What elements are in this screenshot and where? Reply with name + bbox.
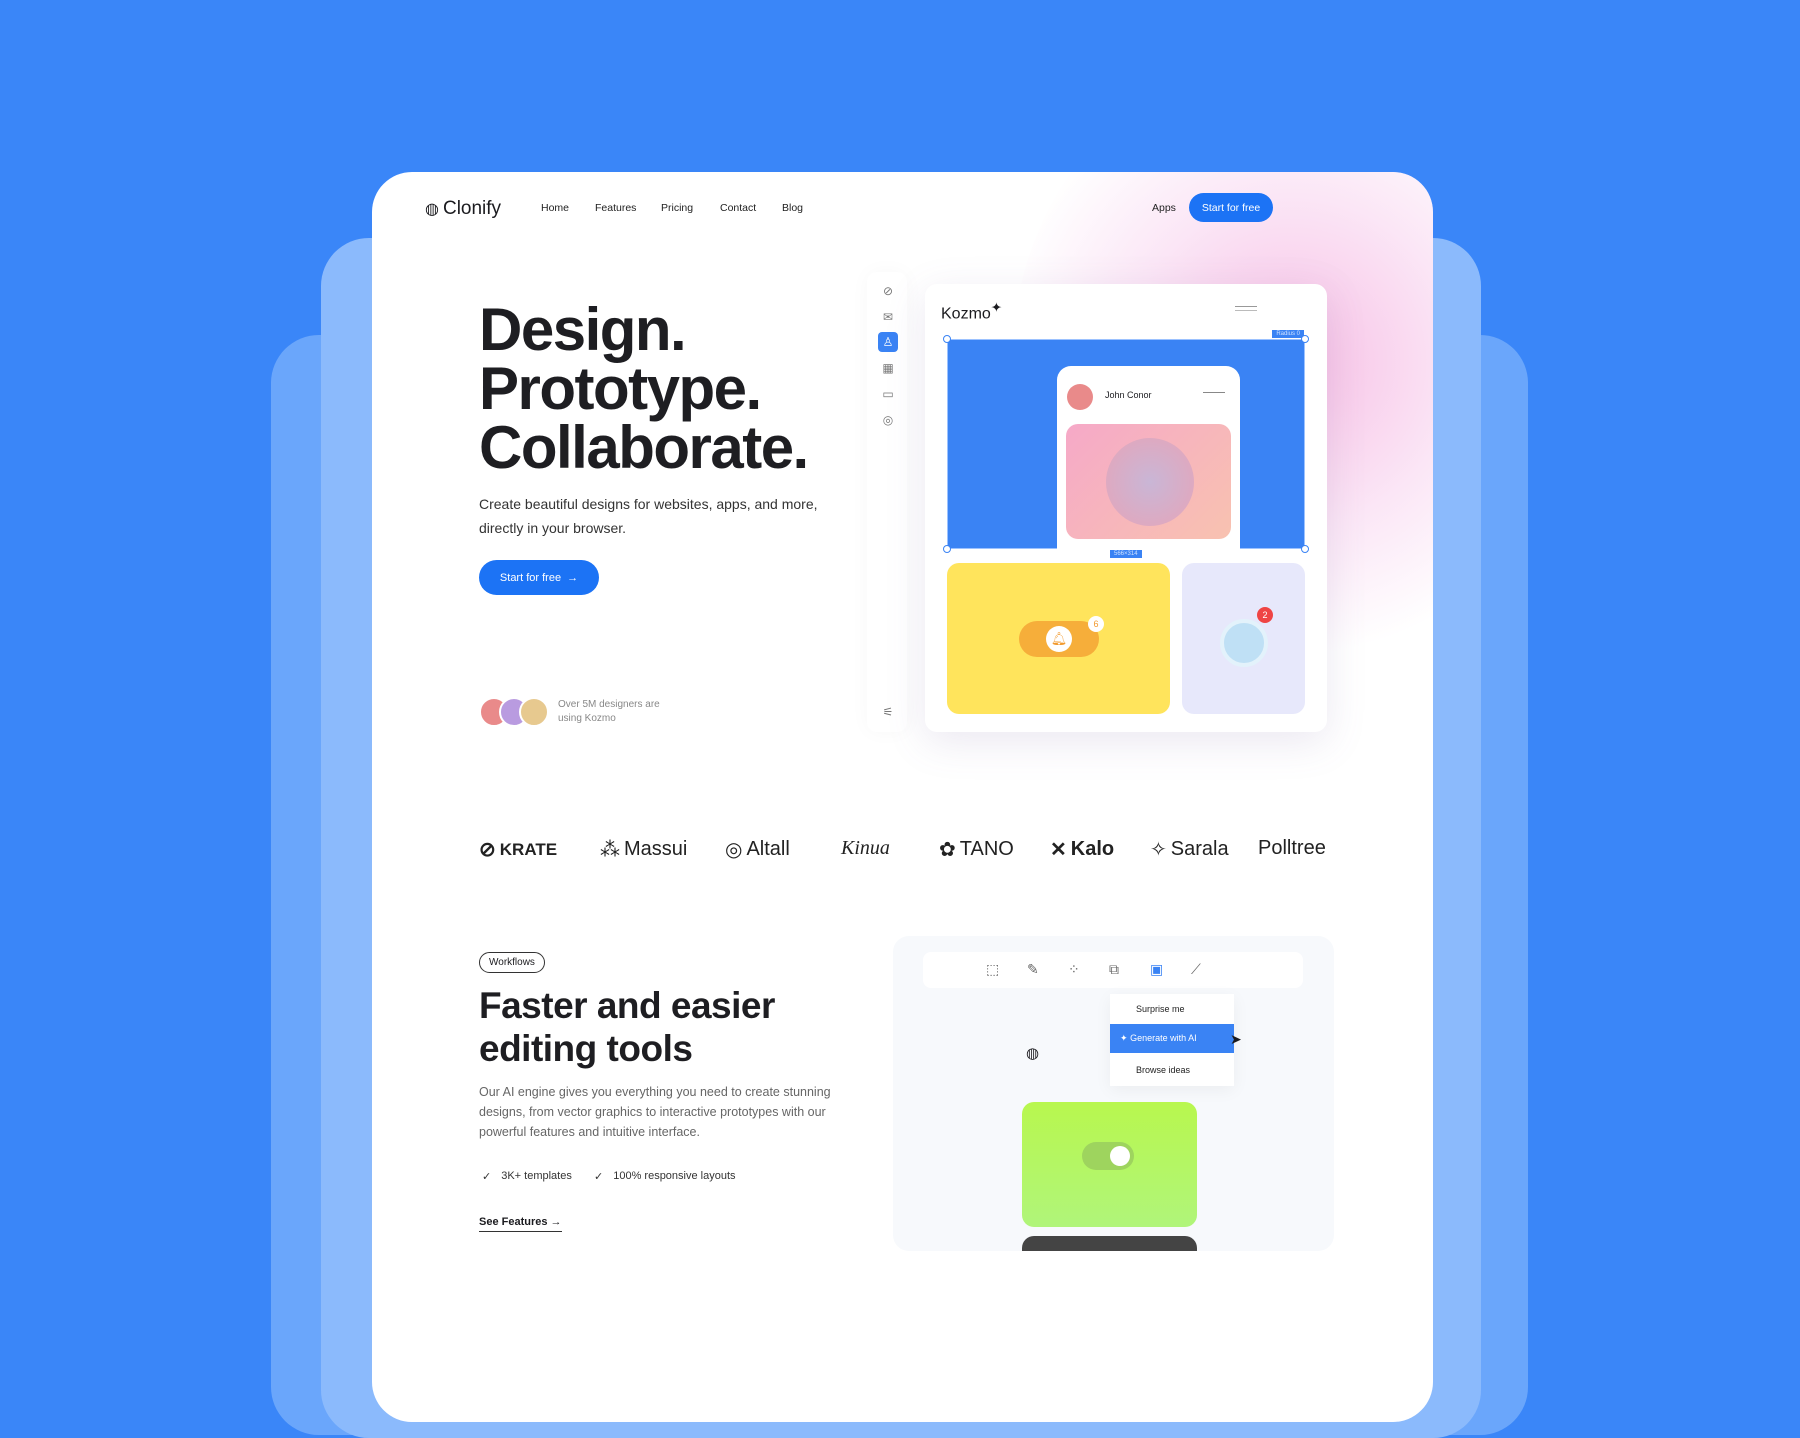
toggle-switch[interactable] (1082, 1142, 1134, 1170)
toggle-card-bg (1022, 1102, 1197, 1227)
hero-subtitle: Create beautiful designs for websites, a… (479, 496, 818, 536)
menu-generate-ai[interactable]: ✦ Generate with AI (1110, 1024, 1234, 1053)
selected-frame[interactable]: Radius 0 566×314 John Conor (943, 330, 1309, 558)
navbar: ◍ Clonify Home Features Pricing Contact B… (372, 172, 1433, 232)
features-title: Faster and easier editing tools (479, 985, 775, 1069)
logo-kinua: Kinua (841, 837, 890, 859)
resize-handle[interactable] (943, 335, 951, 343)
logo-tano: ✿ TANO (939, 838, 1014, 861)
features-description: Our AI engine gives you everything you n… (479, 1085, 831, 1139)
avatar-group (479, 697, 549, 727)
profile-name: John Conor (1105, 390, 1152, 400)
mockup-app: Kozmo✦ Radius 0 566×314 John Conor 🔔︎ 6 … (925, 284, 1327, 732)
link-icon[interactable]: ⊘ (878, 281, 898, 301)
ai-menu: Surprise me ✦ Generate with AI Browse id… (1110, 994, 1234, 1086)
bell-toggle[interactable]: 🔔︎ (1019, 621, 1099, 657)
brand-mark-icon: ◍ (1026, 1045, 1040, 1062)
sparkle-card: ✦ (1022, 1236, 1197, 1251)
menu-browse-ideas[interactable]: Browse ideas (1110, 1053, 1234, 1087)
profile-card: John Conor (1057, 366, 1240, 550)
see-features-link[interactable]: See Features → (479, 1216, 562, 1232)
frame-icon[interactable]: ⬚ (986, 961, 999, 978)
user-icon[interactable]: ♙ (878, 332, 898, 352)
nav-apps[interactable]: Apps (1152, 202, 1176, 214)
check-icon: ✓ (482, 1171, 492, 1183)
sparkle-icon: ✦ (1120, 1033, 1128, 1043)
menu-icon[interactable] (1235, 306, 1257, 311)
nav-features[interactable]: Features (595, 202, 636, 214)
bell-icon: 🔔︎ (1046, 626, 1072, 652)
brush-icon[interactable]: ✎ (1027, 961, 1039, 978)
menu-surprise-me[interactable]: Surprise me (1110, 994, 1234, 1024)
grid-icon[interactable]: ▦ (878, 358, 898, 378)
mockup-brand: Kozmo✦ (941, 300, 1002, 323)
landing-page: ◍ Clonify Home Features Pricing Contact B… (372, 172, 1433, 1422)
logo-massui: ⁂ Massui (600, 838, 688, 861)
size-tag: 566×314 (1110, 550, 1142, 558)
resize-handle[interactable] (1301, 545, 1309, 553)
components-icon[interactable]: ⁘ (1068, 961, 1080, 978)
nav-blog[interactable]: Blog (782, 202, 803, 214)
settings-sliders-icon[interactable]: ⚟ (878, 702, 898, 722)
arrow-right-icon: → (567, 571, 579, 584)
image-icon[interactable]: ▣ (1150, 961, 1163, 978)
nav-home[interactable]: Home (541, 202, 569, 214)
avatar-badge: 2 (1257, 607, 1273, 623)
toolbar: ⬚ ✎ ⁘ ⧉ ▣ ⟋ (923, 952, 1303, 988)
logo-kalo: ✕ Kalo (1050, 838, 1115, 861)
editor-preview: ⬚ ✎ ⁘ ⧉ ▣ ⟋ ◍ ✦ Surprise me ✦ Generate w… (893, 936, 1334, 1251)
avatar (1067, 384, 1093, 410)
check-item: ✓ 3K+ templates (482, 1170, 572, 1183)
nav-contact[interactable]: Contact (720, 202, 756, 214)
logo[interactable]: ◍ Clonify (425, 198, 501, 220)
logo-altall: ◎ Altall (725, 838, 790, 861)
logo-icon: ◍ (425, 201, 439, 218)
logo-sarala: ✧ Sarala (1150, 838, 1229, 861)
mail-icon[interactable]: ✉ (878, 307, 898, 327)
check-icon: ✓ (594, 1171, 604, 1183)
cursor-icon: ➤ (1230, 1031, 1242, 1047)
hero-title: Design. Prototype. Collaborate. (479, 296, 809, 481)
resize-handle[interactable] (1301, 335, 1309, 343)
start-free-nav-button[interactable]: Start for free (1189, 193, 1273, 222)
avatar (1220, 619, 1268, 667)
avatar-card: 2 (1182, 563, 1305, 714)
workflows-badge: Workflows (479, 952, 545, 973)
radius-tag: Radius 0 (1272, 330, 1304, 338)
logo-strip: ⊘ KRATE ⁂ Massui ◎ Altall Kinua ✿ TANO ✕ Kalo… (479, 837, 1329, 867)
nav-pricing[interactable]: Pricing (661, 202, 693, 214)
path-icon[interactable]: ⟋ (1191, 961, 1201, 978)
notification-badge: 6 (1088, 616, 1104, 632)
notification-card: 🔔︎ 6 (947, 563, 1170, 714)
support-icon[interactable]: ◎ (878, 410, 898, 430)
profile-image (1066, 424, 1231, 539)
mockup-sidebar: ⊘ ✉ ♙ ▦ ▭ ◎ ⚟ (867, 272, 907, 732)
layers-icon[interactable]: ⧉ (1109, 961, 1119, 978)
logo-polltree: Polltree (1258, 837, 1326, 859)
check-item: ✓ 100% responsive layouts (594, 1170, 736, 1183)
start-free-hero-button[interactable]: Start for free → (479, 560, 599, 595)
social-proof: Over 5M designers are using Kozmo (558, 699, 660, 724)
logo-krate: ⊘ KRATE (479, 839, 558, 861)
menu-icon (1203, 392, 1225, 393)
folder-icon[interactable]: ▭ (878, 384, 898, 404)
avatar (519, 697, 549, 727)
resize-handle[interactable] (943, 545, 951, 553)
